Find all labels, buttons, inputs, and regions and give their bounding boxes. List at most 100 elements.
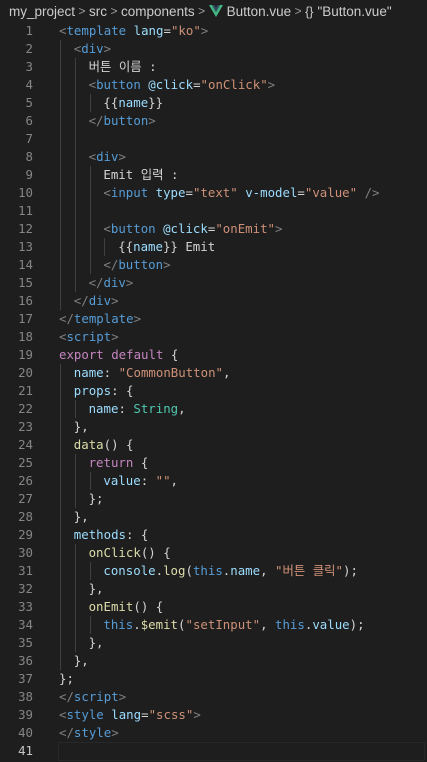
code-line[interactable]: 30 onClick() { [0, 544, 427, 562]
indent-guide [60, 544, 61, 562]
code-line[interactable]: 1 <template lang="ko"> [0, 22, 427, 40]
code-line[interactable]: 34 this.$emit("setInput", this.value); [0, 616, 427, 634]
code-line[interactable]: 18 <script> [0, 328, 427, 346]
code-token: "버튼 클릭" [275, 563, 343, 578]
indent-guide [104, 238, 106, 256]
code-line[interactable]: 13 {{name}} Emit [0, 238, 427, 256]
line-number: 34 [18, 617, 33, 632]
code-token: , [170, 473, 179, 488]
code-line[interactable]: 31 console.log(this.name, "버튼 클릭"); [0, 562, 427, 580]
code-line[interactable]: 3 버튼 이름 : [0, 58, 427, 76]
code-token: </ [103, 257, 119, 272]
breadcrumb-item-file[interactable]: Button.vue [208, 3, 292, 19]
breadcrumb-item-symbol[interactable]: {} "Button.vue" [305, 4, 392, 19]
code-line[interactable]: 12 <button @click="onEmit"> [0, 220, 427, 238]
indent-guide [74, 562, 76, 580]
code-line[interactable]: 23}, [0, 418, 427, 436]
code-line[interactable]: 7 [0, 130, 427, 148]
code-token: ( [185, 563, 193, 578]
line-number: 41 [18, 743, 33, 758]
breadcrumb-item-project[interactable]: my_project [9, 4, 75, 19]
breadcrumb-file-label: Button.vue [226, 3, 292, 19]
code-line[interactable]: 15 </div> [0, 274, 427, 292]
code-text: <button @click="onEmit"> [103, 220, 282, 238]
indent-guide [60, 454, 61, 472]
code-line[interactable]: 8 <div> [0, 148, 427, 166]
code-line[interactable]: 14 </button> [0, 256, 427, 274]
indent-guide [60, 202, 61, 220]
code-line[interactable]: 27}; [0, 490, 427, 508]
code-line[interactable]: 25 return { [0, 454, 427, 472]
code-token: = [297, 185, 305, 200]
code-line[interactable]: 11 [0, 202, 427, 220]
breadcrumb-item-src[interactable]: src [89, 4, 107, 19]
code-line[interactable]: 40 </style> [0, 724, 427, 742]
code-line[interactable]: 10 <input type="text" v-model="value" /> [0, 184, 427, 202]
code-line[interactable]: 2 <div> [0, 40, 427, 58]
line-number: 1 [25, 23, 33, 38]
code-line[interactable]: 19 export default { [0, 346, 427, 364]
code-editor[interactable]: 1 <template lang="ko"> 2 <div> 3 버튼 이름 :4 <but… [0, 22, 427, 762]
code-text: }, [74, 508, 89, 526]
code-token: input [110, 185, 149, 200]
code-text: }, [74, 418, 89, 436]
code-line[interactable]: 28}, [0, 508, 427, 526]
code-token: </ [88, 275, 104, 290]
line-number: 5 [25, 95, 33, 110]
line-number: 13 [18, 239, 33, 254]
code-token: > [103, 41, 112, 56]
code-token: . [133, 617, 141, 632]
code-text: <script> [59, 328, 119, 346]
code-text: value: "", [103, 472, 178, 490]
code-line[interactable]: 29 methods: { [0, 526, 427, 544]
code-line[interactable]: 35}, [0, 634, 427, 652]
line-number: 39 [18, 707, 33, 722]
code-line[interactable]: 41 [0, 742, 427, 761]
code-line[interactable]: 32}, [0, 580, 427, 598]
indent-guide [74, 130, 76, 148]
code-token: template [73, 311, 134, 326]
code-line[interactable]: 26 value: "", [0, 472, 427, 490]
code-token: props [73, 383, 112, 398]
code-token: < [103, 185, 111, 200]
code-line[interactable]: 22 name: String, [0, 400, 427, 418]
indent-guide [89, 184, 91, 202]
line-number: 21 [18, 383, 33, 398]
code-line[interactable]: 4 <button @click="onClick"> [0, 76, 427, 94]
code-line[interactable]: 21 props: { [0, 382, 427, 400]
chevron-right-icon: > [110, 4, 118, 18]
vue-file-icon [208, 4, 223, 17]
breadcrumb-item-components[interactable]: components [121, 4, 195, 19]
code-token: div [103, 275, 126, 290]
code-line[interactable]: 17 </template> [0, 310, 427, 328]
code-line[interactable]: 37}; [0, 670, 427, 688]
indent-guide [60, 166, 61, 184]
code-text: console.log(this.name, "버튼 클릭"); [103, 562, 358, 580]
code-token: 버튼 이름 : [88, 59, 157, 74]
code-line[interactable]: 5 {{name}} [0, 94, 427, 112]
code-token: @click [148, 77, 194, 92]
code-line[interactable]: 16 </div> [0, 292, 427, 310]
code-line[interactable]: 39 <style lang="scss"> [0, 706, 427, 724]
code-line[interactable]: 24 data() { [0, 436, 427, 454]
code-line[interactable]: 36}, [0, 652, 427, 670]
line-number: 23 [18, 419, 33, 434]
code-token: div [88, 293, 112, 308]
code-token: $emit [140, 617, 179, 632]
code-text: }; [59, 670, 74, 688]
code-line[interactable]: 38 </script> [0, 688, 427, 706]
indent-guide [60, 292, 61, 310]
line-number: 4 [25, 77, 33, 92]
code-token: return [88, 455, 134, 470]
code-token: onClick [88, 545, 141, 560]
code-text: onEmit() { [89, 598, 164, 616]
code-line[interactable]: 9 Emit 입력 : [0, 166, 427, 184]
code-token: "text" [192, 185, 238, 200]
code-line[interactable]: 6 </button> [0, 112, 427, 130]
code-line[interactable]: 20 name: "CommonButton", [0, 364, 427, 382]
code-line[interactable]: 33 onEmit() { [0, 598, 427, 616]
code-token: console [103, 563, 156, 578]
code-token: = [163, 23, 171, 38]
code-token: lang [133, 23, 164, 38]
